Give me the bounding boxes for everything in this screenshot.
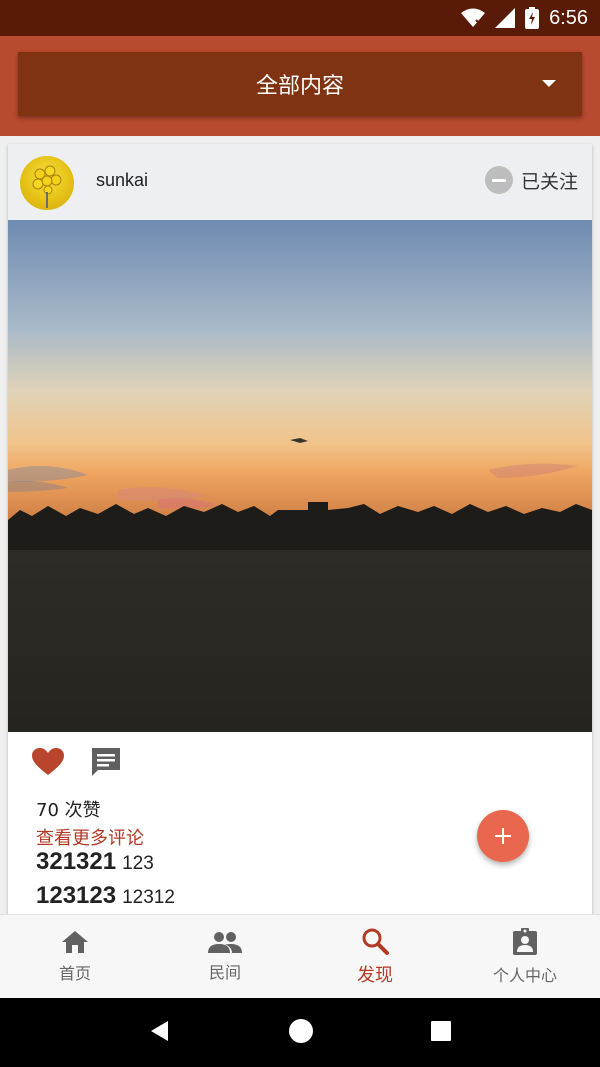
nav-item-folk[interactable]: 民间 xyxy=(150,915,300,998)
nav-item-home[interactable]: 首页 xyxy=(0,915,150,998)
system-navigation-bar xyxy=(0,998,600,1067)
comment-icon[interactable] xyxy=(90,746,122,782)
content-filter-dropdown[interactable]: 全部内容 xyxy=(18,52,582,116)
comment-item: 123123 12312 xyxy=(36,882,175,910)
wifi-icon xyxy=(461,8,486,28)
heart-icon[interactable] xyxy=(32,748,64,780)
nav-label: 首页 xyxy=(58,963,91,983)
post-username[interactable]: sunkai xyxy=(96,170,148,191)
top-app-bar: 全部内容 xyxy=(0,36,600,136)
nav-label: 发现 xyxy=(357,964,393,986)
likes-count: 70 次赞 xyxy=(36,800,101,821)
status-time: 6:56 xyxy=(549,6,588,29)
feed[interactable]: sunkai 已关注 70 次赞 查看更多评论 321321 123 12312… xyxy=(0,136,600,914)
search-icon xyxy=(362,928,389,955)
bottom-navigation: 首页 民间 发现 个人中心 xyxy=(0,914,600,998)
post-photo[interactable] xyxy=(8,220,592,732)
back-icon[interactable] xyxy=(148,1019,172,1047)
nav-item-profile[interactable]: 个人中心 xyxy=(450,915,600,998)
comment-author[interactable]: 123123 xyxy=(36,882,116,909)
nav-item-discover[interactable]: 发现 xyxy=(300,915,450,998)
people-icon xyxy=(208,931,242,953)
post-card: sunkai 已关注 70 次赞 查看更多评论 321321 123 12312… xyxy=(8,144,592,914)
dropdown-caret-icon xyxy=(542,80,556,87)
profile-icon xyxy=(513,927,537,955)
comment-author[interactable]: 321321 xyxy=(36,848,116,875)
follow-label: 已关注 xyxy=(520,170,578,193)
home-icon xyxy=(62,930,88,953)
battery-icon xyxy=(525,7,540,29)
dropdown-label: 全部内容 xyxy=(255,74,344,99)
avatar[interactable] xyxy=(20,156,74,210)
status-bar: 6:56 xyxy=(0,0,600,36)
post-actions xyxy=(8,732,592,792)
comment-text: 123 xyxy=(122,853,154,874)
view-more-comments-link[interactable]: 查看更多评论 xyxy=(36,824,144,850)
recents-icon[interactable] xyxy=(430,1020,452,1046)
nav-label: 民间 xyxy=(208,962,241,982)
comment-item: 321321 123 xyxy=(36,848,154,876)
minus-circle-icon xyxy=(484,166,513,194)
add-post-button[interactable] xyxy=(477,810,529,862)
home-circle-icon[interactable] xyxy=(288,1018,314,1048)
nav-label: 个人中心 xyxy=(492,965,557,985)
post-header: sunkai 已关注 xyxy=(8,144,592,220)
add-icon xyxy=(495,828,511,844)
comment-text: 12312 xyxy=(122,887,175,908)
follow-button[interactable]: 已关注 xyxy=(484,166,578,194)
cell-signal-icon xyxy=(495,8,516,28)
